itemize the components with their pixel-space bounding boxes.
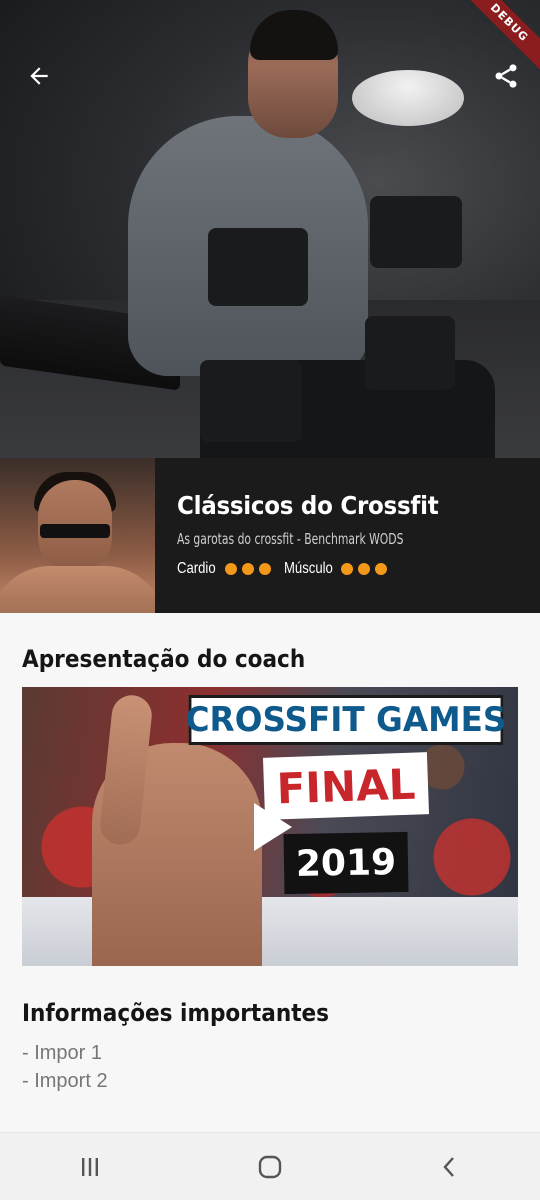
program-card[interactable]: Clássicos do Crossfit As garotas do cros… [0,458,540,613]
info-section-title: Informações importantes [22,999,330,1027]
athlete-hair [250,10,338,60]
cardio-dot [224,563,237,575]
program-thumbnail [0,458,155,613]
video-title-line3: 2019 [283,831,409,895]
info-item: - Import 2 [22,1070,108,1092]
video-title-line1: CROSSFIT GAMES [186,695,506,745]
coach-video[interactable]: CROSSFIT GAMES FINAL 2019 [22,687,518,966]
thumb-mask [40,524,110,538]
dumbbell-right-top [370,196,462,268]
recent-apps-button[interactable] [60,1142,120,1192]
program-title: Clássicos do Crossfit [177,491,439,520]
back-button[interactable] [19,56,59,96]
muscle-label: Músculo [284,560,333,577]
gym-ball [352,70,464,126]
recent-apps-icon [82,1157,98,1176]
muscle-meter: Músculo [284,560,387,578]
info-item: - Impor 1 [22,1042,103,1064]
hero-image: DEBUG [0,0,540,458]
thumb-shoulders [0,566,155,613]
dumbbell-right-bottom [365,316,455,390]
play-icon[interactable] [254,803,292,851]
cardio-label: Cardio [177,560,216,577]
nav-back-icon [443,1156,454,1177]
home-button[interactable] [240,1142,300,1192]
cardio-dot [241,563,254,575]
arrow-left-icon [30,67,48,85]
program-subtitle: As garotas do crossfit - Benchmark WODS [177,530,404,548]
nav-back-button[interactable] [420,1142,480,1192]
cardio-dots [224,563,271,575]
home-icon [258,1155,282,1178]
coach-section-title: Apresentação do coach [22,645,306,673]
muscle-dot [374,563,387,575]
cardio-dot [258,563,271,575]
share-button[interactable] [486,56,526,96]
system-nav-bar [0,1132,540,1200]
muscle-dot [340,563,353,575]
dumbbell-left-top [208,228,308,306]
cardio-meter: Cardio [177,560,271,578]
share-icon [495,64,517,88]
dumbbell-left-bottom [200,360,302,442]
muscle-dot [357,563,370,575]
muscle-dots [340,563,387,575]
